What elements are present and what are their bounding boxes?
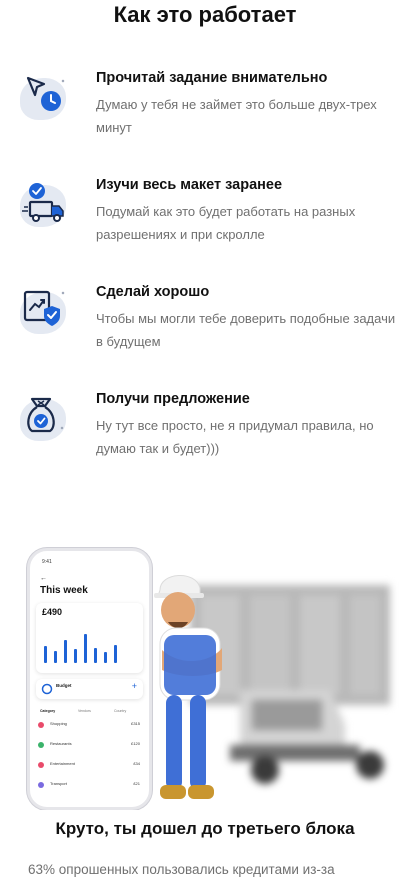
phone-time: 9:41 [42, 559, 52, 565]
phone-mockup: 9:41 ← This week £490 Budget + Category … [27, 548, 152, 810]
tab-category: Category [40, 709, 56, 713]
step-title: Прочитай задание внимательно [96, 70, 328, 86]
mascot-worker-image [154, 575, 222, 799]
step-description: Подумай как это будет работать на разных… [96, 204, 356, 242]
step-title: Получи предложение [96, 391, 250, 407]
bar [94, 648, 97, 663]
spending-card: £490 [36, 603, 143, 673]
bar [74, 649, 77, 663]
step-title: Изучи весь макет заранее [96, 177, 283, 193]
budget-label: Budget [56, 683, 72, 688]
cursor-clock-icon [18, 70, 74, 126]
step-description: Чтобы мы могли тебе доверить подобные за… [96, 311, 396, 349]
bar [44, 646, 47, 663]
section-text: 63% опрошенных пользовались кредитами из… [28, 862, 335, 877]
bar [84, 634, 87, 663]
step-description: Ну тут все просто, не я придумал правила… [96, 418, 374, 456]
promo-illustration: 9:41 ← This week £490 Budget + Category … [0, 520, 410, 810]
step-read-task: Прочитай задание внимательно Думаю у теб… [18, 70, 398, 160]
bar [114, 645, 117, 663]
bar [104, 652, 107, 663]
tab-country: Country [114, 709, 127, 713]
money-bag-icon [18, 391, 74, 447]
list-item: Transport £21 [38, 781, 142, 793]
bar [64, 640, 67, 663]
budget-ring-icon [41, 683, 53, 695]
section-title: Круто, ты дошел до третьего блока [55, 819, 355, 838]
step-description: Думаю у тебя не займет это больше двух-т… [96, 97, 377, 135]
list-item: Entertainment £34 [38, 761, 142, 773]
list-item: Restaurants £120 [38, 741, 142, 753]
page-title: Как это работает [113, 2, 297, 27]
step-title: Сделай хорошо [96, 284, 210, 300]
tab-vendors: Vendors [78, 709, 91, 713]
spending-bar-chart [44, 633, 124, 663]
step-study-layout: Изучи весь макет заранее Подумай как это… [18, 177, 398, 267]
list-item: Shopping £315 [38, 721, 142, 733]
back-arrow-icon: ← [40, 575, 47, 582]
spending-amount: £490 [42, 607, 63, 617]
budget-card: Budget + [36, 679, 143, 699]
chart-shield-icon [18, 284, 74, 340]
phone-heading: This week [40, 585, 88, 596]
add-icon: + [131, 681, 137, 691]
step-do-well: Сделай хорошо Чтобы мы могли тебе довери… [18, 284, 398, 374]
phone-tabs: Category Vendors Country [36, 707, 143, 716]
bar [54, 651, 57, 663]
delivery-truck-icon [18, 177, 74, 233]
step-get-offer: Получи предложение Ну тут все просто, не… [18, 391, 398, 481]
